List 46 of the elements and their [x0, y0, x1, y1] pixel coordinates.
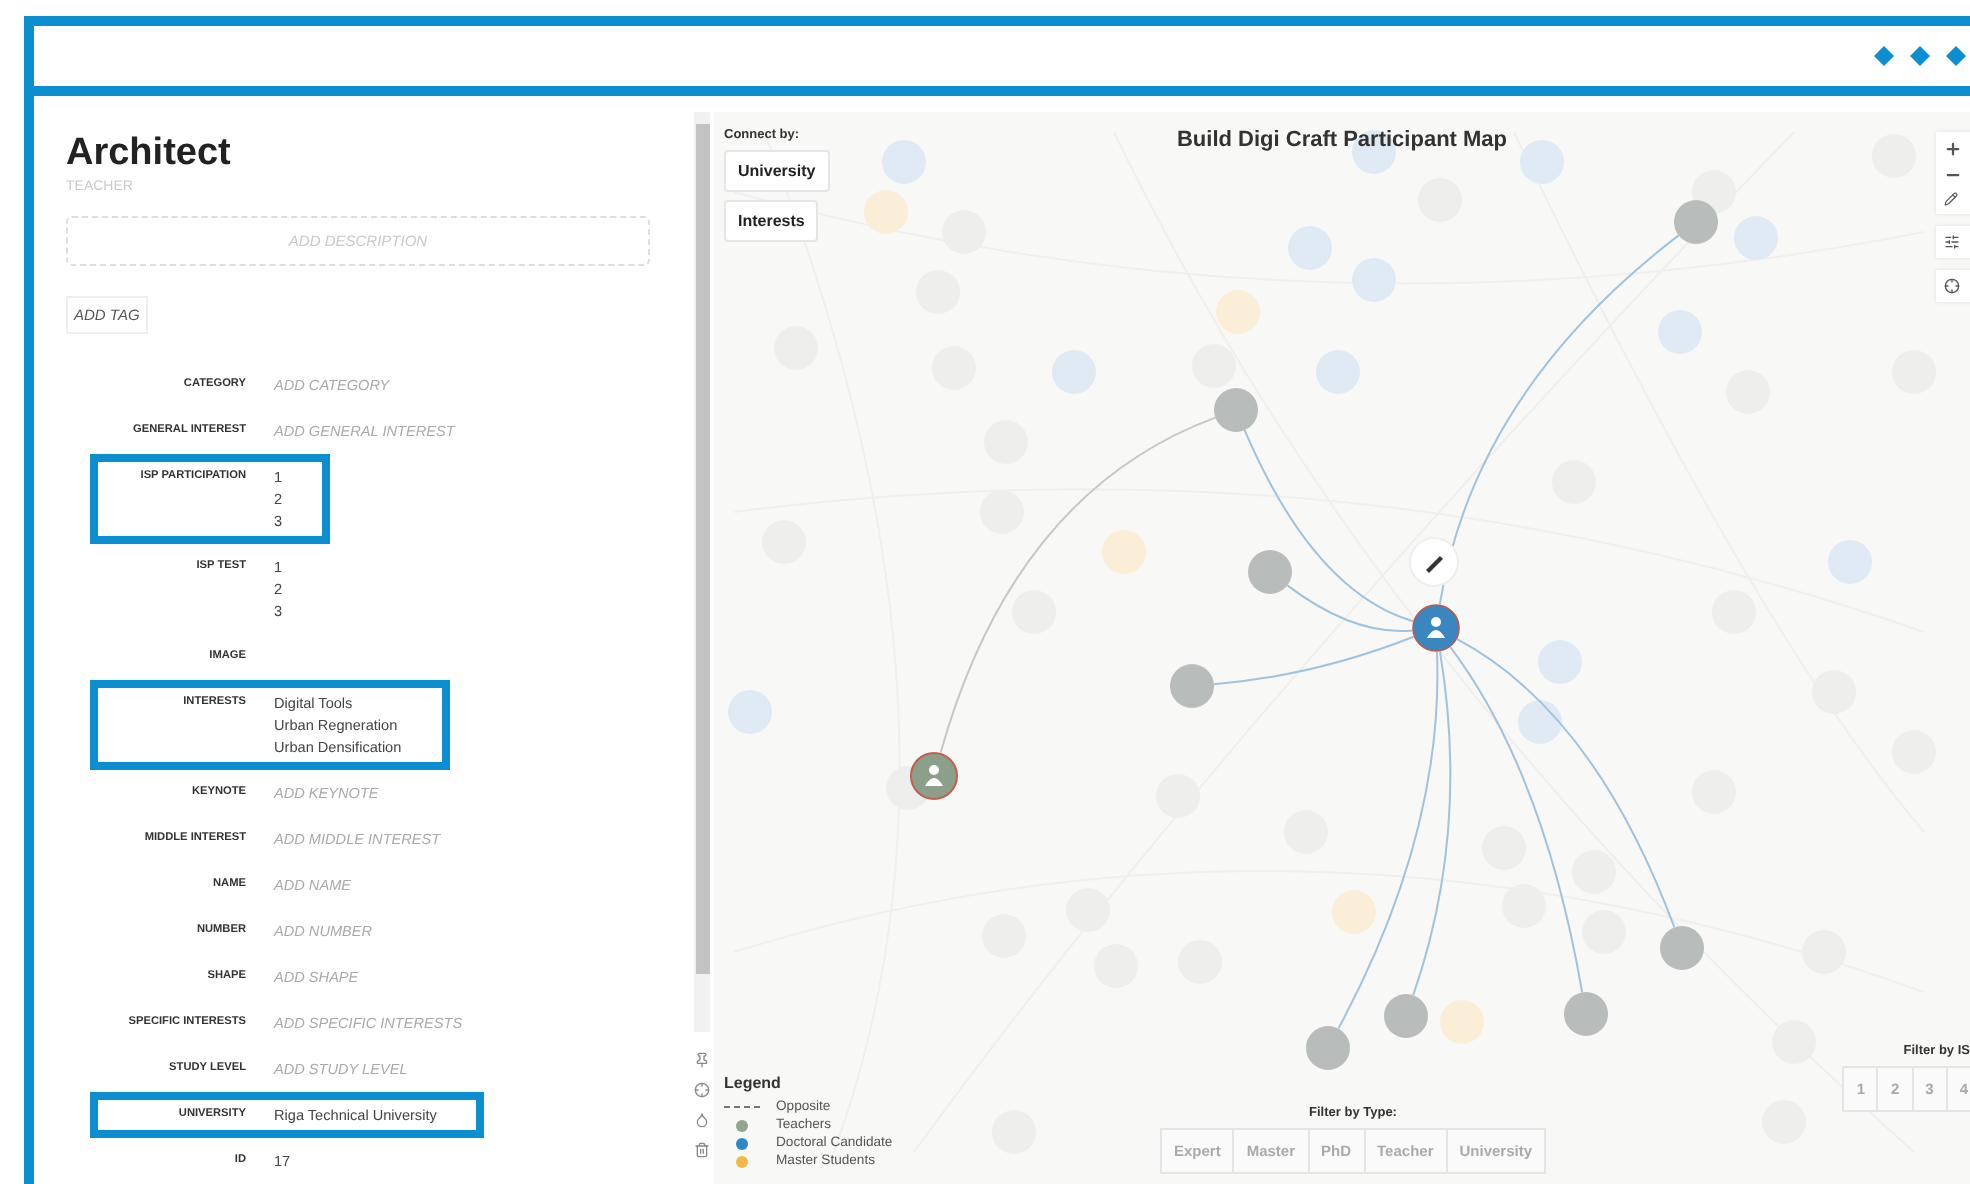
faded-node[interactable]: [1518, 700, 1562, 744]
graph-node[interactable]: [1674, 200, 1718, 244]
faded-node[interactable]: [1352, 258, 1396, 302]
faded-node[interactable]: [1052, 350, 1096, 394]
map-title: Build Digi Craft Participant Map: [1177, 128, 1507, 152]
pencil-icon[interactable]: [1944, 192, 1962, 206]
faded-node[interactable]: [1538, 640, 1582, 684]
graph-node[interactable]: [1170, 664, 1214, 708]
crosshair-icon[interactable]: [694, 1082, 710, 1098]
faded-node[interactable]: [1828, 540, 1872, 584]
participant-node[interactable]: [910, 752, 958, 800]
pin-icon[interactable]: [694, 1052, 710, 1068]
faded-node[interactable]: [864, 190, 908, 234]
faded-node[interactable]: [1316, 350, 1360, 394]
graph-node[interactable]: [1660, 926, 1704, 970]
faded-node[interactable]: [1102, 530, 1146, 574]
faded-node[interactable]: [1658, 310, 1702, 354]
sliders-icon[interactable]: [1944, 234, 1962, 250]
faded-node[interactable]: [1332, 890, 1376, 934]
graph-node[interactable]: [1248, 550, 1292, 594]
edit-button[interactable]: [1409, 537, 1459, 587]
faded-node[interactable]: [882, 140, 926, 184]
legend-title: Legend: [724, 1074, 783, 1092]
graph-node[interactable]: [1384, 994, 1428, 1038]
drop-icon[interactable]: [694, 1112, 710, 1128]
crosshair-icon[interactable]: [1944, 278, 1962, 294]
connect-button[interactable]: University: [724, 150, 830, 192]
trash-icon[interactable]: [694, 1142, 710, 1158]
faded-node[interactable]: [1192, 344, 1236, 388]
faded-node[interactable]: [728, 690, 772, 734]
faded-node[interactable]: [1520, 140, 1564, 184]
zoom-in-icon[interactable]: [1944, 140, 1962, 158]
faded-node[interactable]: [1440, 1000, 1484, 1044]
faded-node[interactable]: [1734, 216, 1778, 260]
scrollbar[interactable]: [694, 112, 710, 1032]
scrollbar-thumb[interactable]: [695, 124, 709, 974]
faded-node[interactable]: [1288, 226, 1332, 270]
selected-node[interactable]: [1412, 604, 1460, 652]
graph-node[interactable]: [1214, 388, 1258, 432]
graph-node[interactable]: [1564, 992, 1608, 1036]
connect-button[interactable]: Interests: [724, 200, 819, 242]
profile-title: Architect: [66, 132, 233, 176]
dashed-line-icon: [724, 1106, 760, 1108]
graph-node[interactable]: [1306, 1026, 1350, 1070]
faded-node[interactable]: [1012, 590, 1056, 634]
faded-node[interactable]: [1216, 290, 1260, 334]
